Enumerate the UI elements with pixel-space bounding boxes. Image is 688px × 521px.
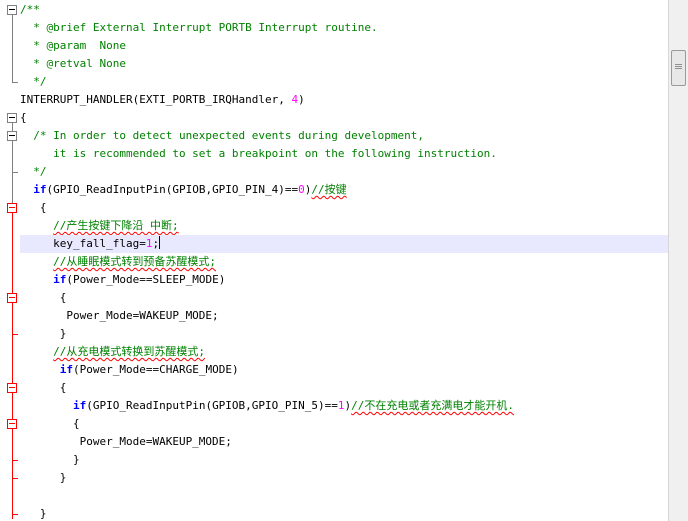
code-line[interactable]: it is recommended to set a breakpoint on… [20, 145, 668, 163]
code-line[interactable]: if(GPIO_ReadInputPin(GPIOB,GPIO_PIN_4)==… [20, 181, 668, 199]
fold-end-marker [12, 82, 18, 83]
fold-toggle-icon[interactable] [7, 203, 17, 213]
code-token: (GPIO_ReadInputPin(GPIOB,GPIO_PIN_4)== [46, 183, 299, 196]
code-token: INTERRUPT_HANDLER(EXTI_PORTB_IRQHandler, [20, 93, 292, 106]
code-token: { [20, 111, 27, 124]
code-line[interactable]: * @brief External Interrupt PORTB Interr… [20, 19, 668, 37]
code-line[interactable]: /** [20, 1, 668, 19]
code-line[interactable]: } [20, 325, 668, 343]
code-line[interactable]: //产生按键下降沿 中断; [20, 217, 668, 235]
code-line[interactable]: /* In order to detect unexpected events … [20, 127, 668, 145]
comment-token: * @retval None [20, 57, 126, 70]
code-line[interactable]: if(GPIO_ReadInputPin(GPIOB,GPIO_PIN_5)==… [20, 397, 668, 415]
number-token: 0 [298, 183, 305, 196]
code-editor[interactable]: /** * @brief External Interrupt PORTB In… [0, 0, 668, 521]
comment-token: /** [20, 3, 40, 16]
fold-end-marker [12, 172, 18, 173]
text-caret [159, 236, 161, 249]
keyword-token: if [53, 273, 67, 286]
code-token: key_fall_flag= [20, 237, 146, 250]
comment-token: * @brief External Interrupt PORTB Interr… [20, 21, 378, 34]
fold-end-marker [12, 478, 18, 479]
code-line[interactable]: //从充电模式转换到苏醒模式; [20, 343, 668, 361]
code-token: { [20, 381, 67, 394]
code-line[interactable]: Power_Mode=WAKEUP_MODE; [20, 433, 668, 451]
fold-rail [12, 15, 13, 83]
code-token: } [20, 453, 80, 466]
code-line[interactable]: */ [20, 163, 668, 181]
code-token: { [20, 417, 80, 430]
fold-toggle-icon[interactable] [7, 5, 17, 15]
code-line[interactable] [20, 487, 668, 505]
fold-end-marker [12, 334, 18, 335]
comment-token: //产生按键下降沿 中断; [53, 219, 179, 232]
code-line[interactable]: } [20, 469, 668, 487]
fold-toggle-icon[interactable] [7, 383, 17, 393]
comment-token: //按键 [311, 183, 347, 196]
keyword-token: if [59, 363, 73, 376]
code-line[interactable]: { [20, 109, 668, 127]
code-line[interactable]: */ [20, 73, 668, 91]
fold-toggle-icon[interactable] [7, 131, 17, 141]
code-token: ) [298, 93, 305, 106]
code-token: (GPIO_ReadInputPin(GPIOB,GPIO_PIN_5)== [86, 399, 338, 412]
number-token: 1 [337, 399, 345, 412]
fold-rail [12, 213, 13, 519]
code-line[interactable]: key_fall_flag=1; [20, 235, 668, 253]
code-token: ; [152, 237, 160, 250]
fold-toggle-icon[interactable] [7, 113, 17, 123]
comment-token: //从充电模式转换到苏醒模式; [53, 345, 205, 358]
comment-token: it is recommended to set a breakpoint on… [20, 147, 497, 160]
code-line[interactable]: { [20, 379, 668, 397]
comment-token: * @param None [20, 39, 126, 52]
code-token: } [20, 471, 67, 484]
keyword-token: if [33, 183, 47, 196]
fold-gutter [0, 0, 20, 521]
comment-token: */ [20, 75, 47, 88]
fold-end-marker [12, 514, 18, 515]
code-token: { [20, 291, 67, 304]
code-line[interactable]: //从睡眠模式转到预备苏醒模式; [20, 253, 668, 271]
code-line[interactable]: INTERRUPT_HANDLER(EXTI_PORTB_IRQHandler,… [20, 91, 668, 109]
comment-token: //从睡眠模式转到预备苏醒模式; [53, 255, 216, 268]
code-line[interactable]: { [20, 289, 668, 307]
code-line[interactable]: { [20, 199, 668, 217]
comment-token: /* In order to detect unexpected events … [20, 129, 424, 142]
code-line[interactable]: } [20, 451, 668, 469]
code-token: (Power_Mode==CHARGE_MODE) [73, 363, 239, 376]
fold-toggle-icon[interactable] [7, 293, 17, 303]
vertical-scrollbar[interactable] [668, 0, 688, 521]
keyword-token: if [72, 399, 87, 412]
code-token: (Power_Mode==SLEEP_MODE) [66, 273, 226, 286]
code-token: Power_Mode=WAKEUP_MODE; [20, 309, 219, 322]
code-token: } [20, 507, 47, 520]
code-line[interactable]: * @param None [20, 37, 668, 55]
code-line[interactable]: Power_Mode=WAKEUP_MODE; [20, 307, 668, 325]
code-token: } [20, 327, 67, 340]
comment-token: //不在充电或者充满电才能开机. [351, 399, 515, 412]
code-line[interactable]: { [20, 415, 668, 433]
code-token: { [20, 201, 47, 214]
scrollbar-thumb[interactable] [671, 50, 686, 86]
code-token: Power_Mode=WAKEUP_MODE; [20, 435, 232, 448]
code-line[interactable]: } [20, 505, 668, 521]
code-line[interactable]: if(Power_Mode==SLEEP_MODE) [20, 271, 668, 289]
fold-toggle-icon[interactable] [7, 419, 17, 429]
fold-end-marker [12, 460, 18, 461]
code-line[interactable]: if(Power_Mode==CHARGE_MODE) [20, 361, 668, 379]
code-line[interactable]: * @retval None [20, 55, 668, 73]
comment-token: */ [20, 165, 47, 178]
